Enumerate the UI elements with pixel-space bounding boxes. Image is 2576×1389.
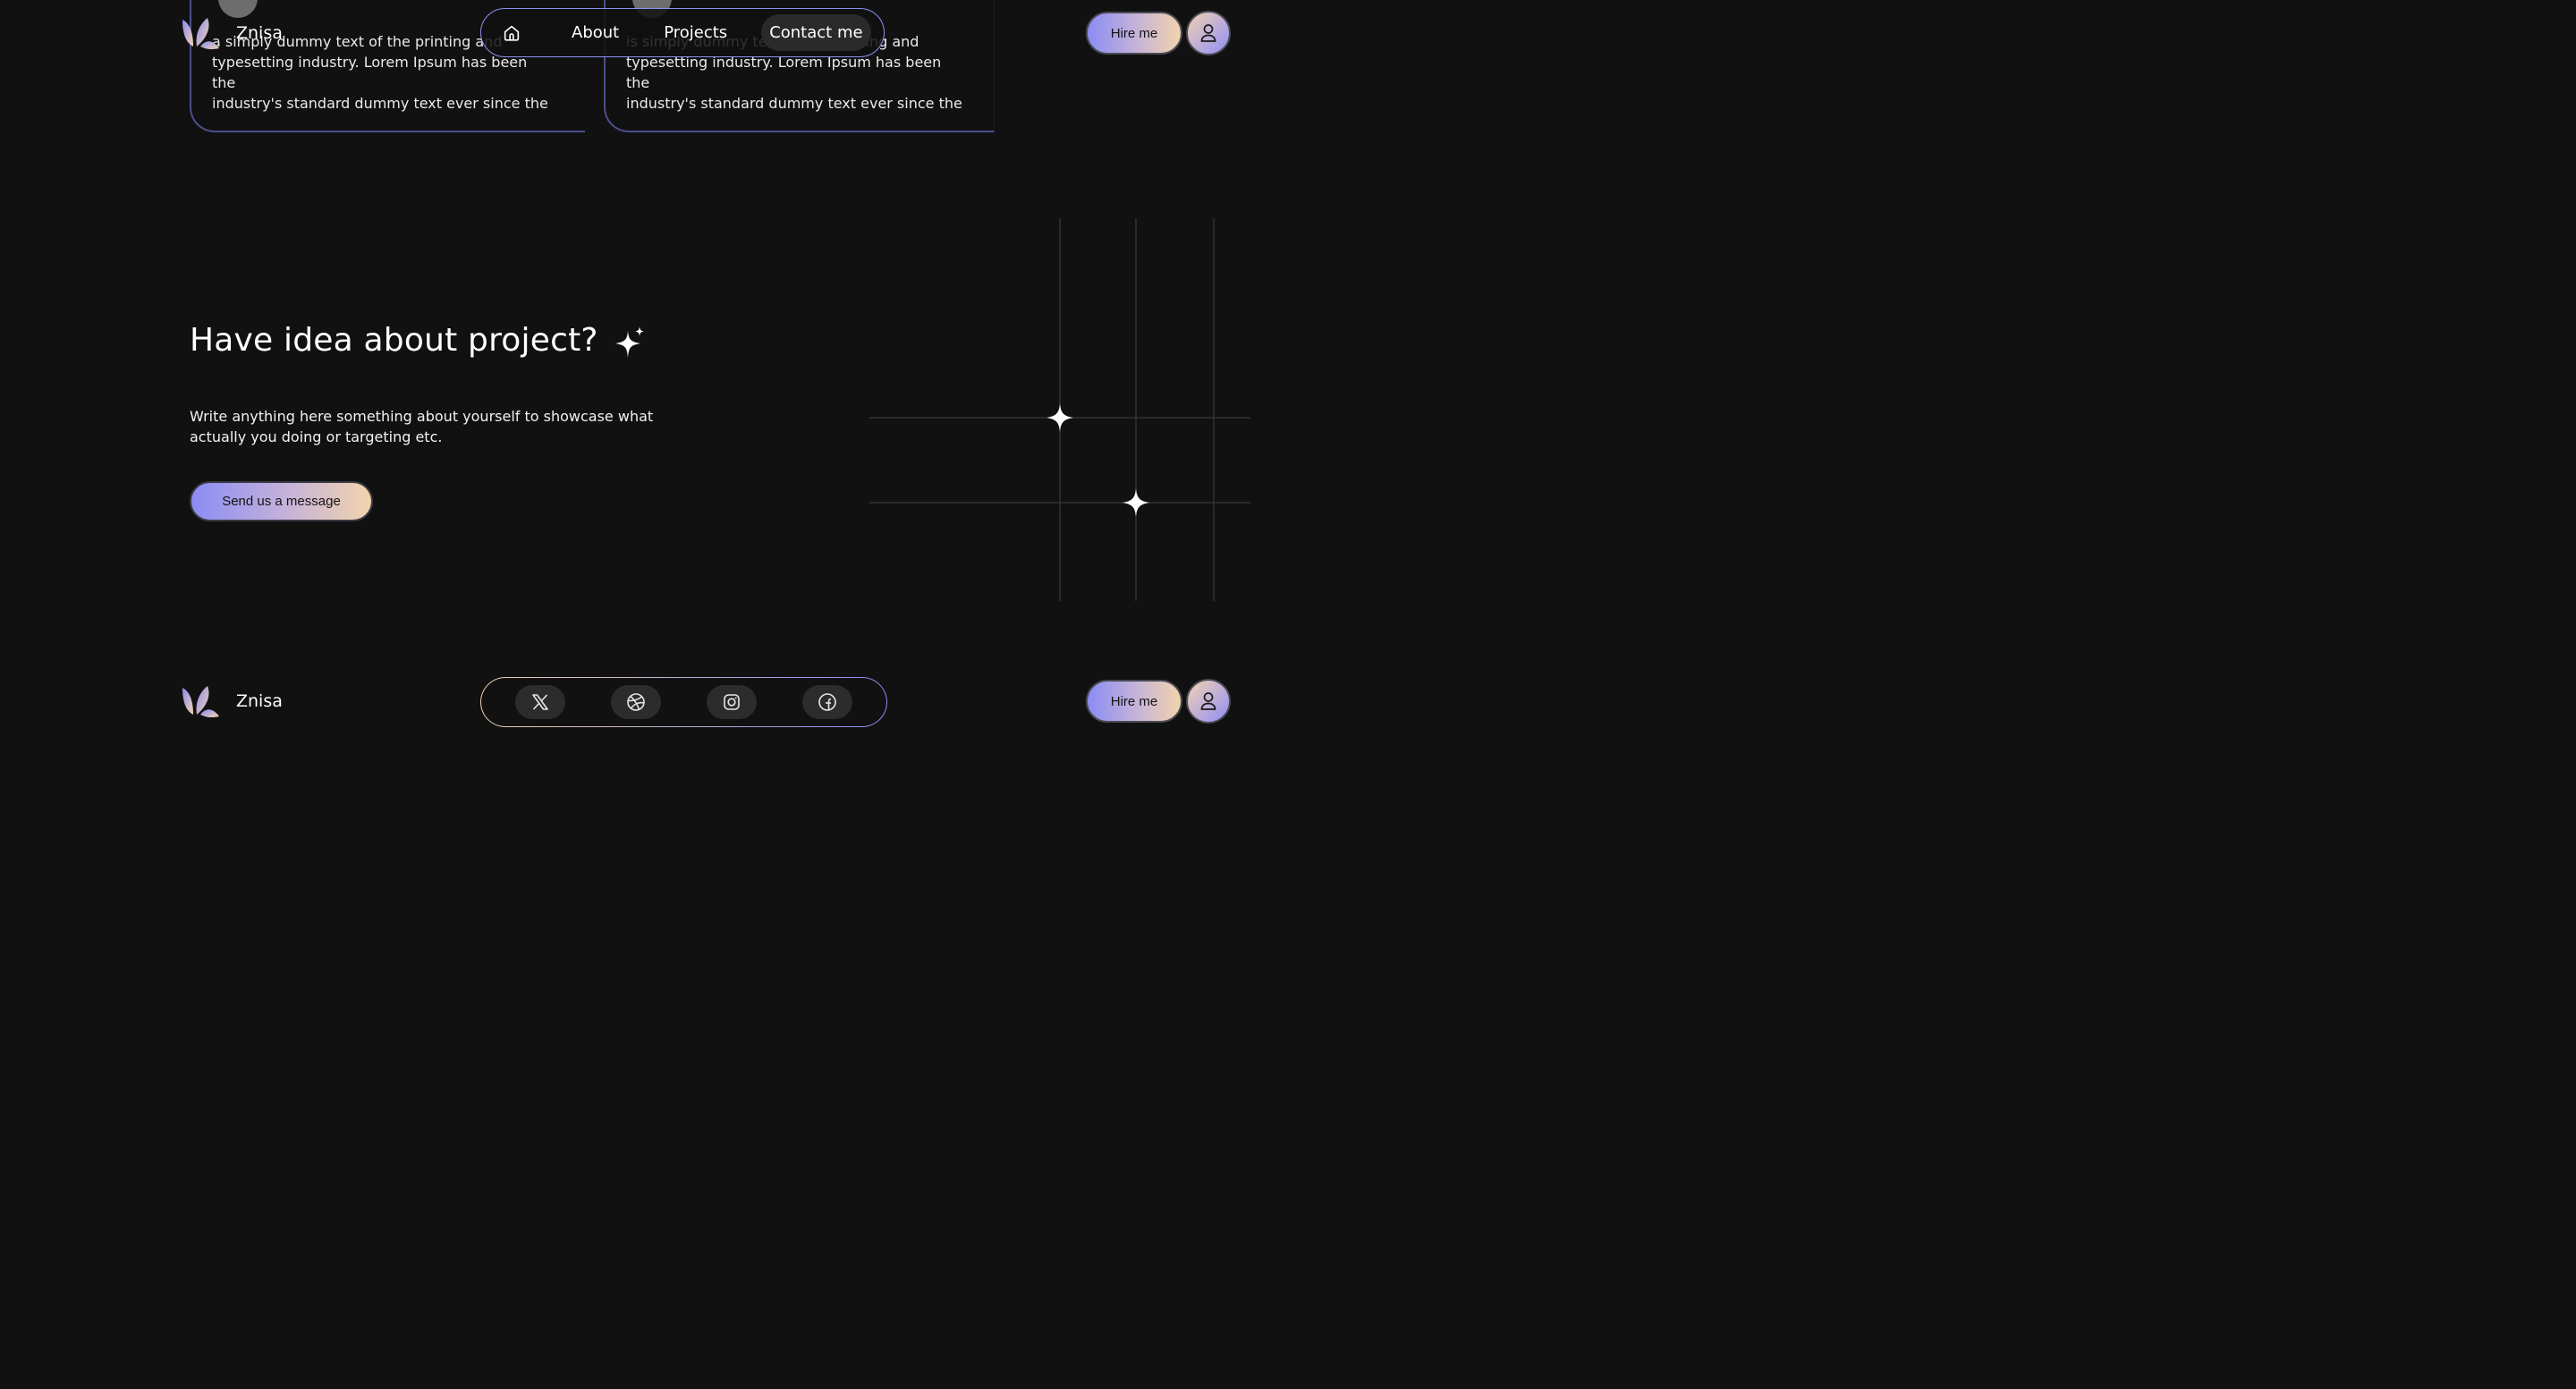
footer-profile-button[interactable]	[1186, 679, 1231, 724]
logo-icon	[182, 686, 219, 718]
card-line: industry's standard dummy text ever sinc…	[626, 95, 962, 112]
cta-description: Write anything here something about your…	[190, 408, 654, 445]
user-icon	[1200, 692, 1216, 710]
facebook-icon	[818, 693, 836, 711]
nav-contact[interactable]: Contact me	[761, 14, 871, 51]
header-logo[interactable]: Znisa	[181, 16, 283, 50]
sparkle-icon	[615, 326, 644, 358]
instagram-icon	[724, 694, 740, 710]
card-line: typesetting industry. Lorem Ipsum has be…	[626, 54, 942, 91]
home-button[interactable]	[494, 15, 530, 51]
profile-button[interactable]	[1186, 11, 1231, 55]
dribbble-link[interactable]	[611, 685, 661, 719]
x-link[interactable]	[515, 685, 565, 719]
social-links	[480, 677, 887, 727]
main-nav: About Projects Contact me	[480, 8, 885, 57]
avatar	[218, 0, 258, 18]
facebook-link[interactable]	[802, 685, 852, 719]
instagram-link[interactable]	[707, 685, 757, 719]
footer-brand-name: Znisa	[236, 691, 283, 711]
hire-me-button[interactable]: Hire me	[1086, 12, 1182, 55]
x-icon	[532, 694, 548, 710]
card-line: typesetting industry. Lorem Ipsum has be…	[212, 54, 528, 91]
card-line: industry's standard dummy text ever sinc…	[212, 95, 548, 112]
sparkle-icon	[1046, 403, 1073, 432]
send-message-button[interactable]: Send us a message	[190, 481, 373, 521]
footer-hire-me-button[interactable]: Hire me	[1086, 680, 1182, 723]
logo-icon	[182, 18, 219, 50]
sparkle-icon	[1123, 488, 1149, 517]
nav-projects[interactable]: Projects	[664, 23, 727, 42]
decorative-grid	[869, 218, 1250, 601]
cta-title: Have idea about project?	[190, 322, 598, 359]
user-icon	[1200, 24, 1216, 42]
nav-about[interactable]: About	[572, 23, 619, 42]
dribbble-icon	[627, 693, 645, 711]
footer-logo[interactable]: Znisa	[181, 684, 283, 718]
brand-name: Znisa	[236, 23, 283, 43]
home-icon	[504, 25, 520, 41]
